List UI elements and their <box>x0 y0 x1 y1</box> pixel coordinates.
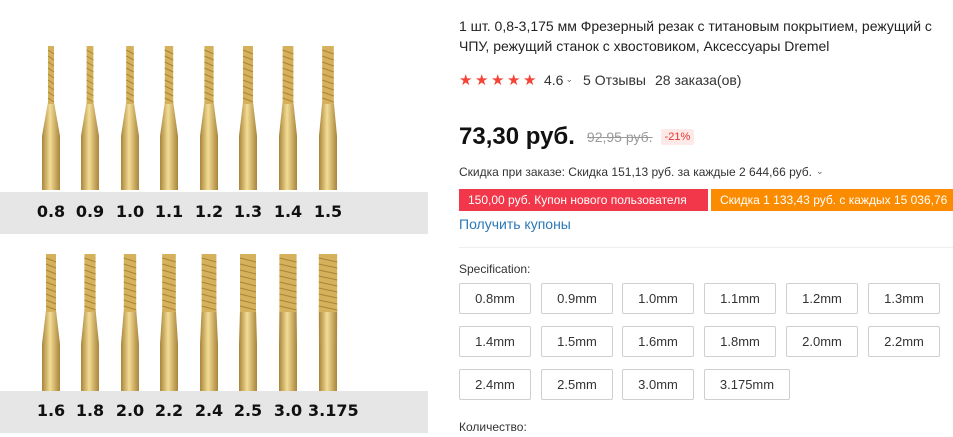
drill-bit <box>158 40 180 190</box>
drill-bit <box>237 40 259 190</box>
bits-group <box>36 248 366 398</box>
spec-option-button[interactable]: 2.0mm <box>786 326 858 357</box>
spec-option-button[interactable]: 1.1mm <box>704 283 776 314</box>
bulk-coupon[interactable]: Скидка 1 133,43 руб. с каждых 15 036,76 <box>711 189 953 211</box>
divider <box>459 247 953 248</box>
price-row: 73,30 руб. 92,95 руб. -21% <box>459 122 695 152</box>
bit-size-label: 3.175 <box>308 401 359 420</box>
star-icon: ★ <box>507 70 521 89</box>
get-coupons-link[interactable]: Получить купоны <box>459 216 571 232</box>
bits-group <box>36 40 366 190</box>
reviews-link[interactable]: 5 Отзывы <box>583 72 646 88</box>
bulk-discount[interactable]: Скидка при заказе: Скидка 151,13 руб. за… <box>459 165 834 179</box>
chevron-down-icon[interactable]: ⌄ <box>565 75 573 85</box>
rating-value[interactable]: 4.6 <box>544 72 563 88</box>
bits-row-1: 0.8 0.9 1.0 1.1 1.2 1.3 1.4 1.5 <box>0 40 428 234</box>
star-icon: ★ <box>523 70 537 89</box>
new-user-coupon[interactable]: 150,00 руб. Купон нового пользователя <box>459 189 708 211</box>
spec-option-button[interactable]: 3.0mm <box>622 369 694 400</box>
bit-size-label: 0.9 <box>75 202 105 221</box>
drill-bit <box>119 40 141 190</box>
star-icon: ★ <box>459 70 473 89</box>
orders-count: 28 заказа(ов) <box>654 72 742 88</box>
bit-size-label: 1.8 <box>75 401 105 420</box>
spec-option-button[interactable]: 1.8mm <box>704 326 776 357</box>
bit-size-label: 1.1 <box>154 202 184 221</box>
drill-bit <box>158 248 180 398</box>
size-label-band: 0.8 0.9 1.0 1.1 1.2 1.3 1.4 1.5 <box>0 192 428 234</box>
star-icon: ★ <box>491 70 505 89</box>
specification-label: Specification: <box>459 262 531 276</box>
drill-bit <box>198 40 220 190</box>
drill-bit <box>79 40 101 190</box>
discount-badge: -21% <box>660 129 695 145</box>
drill-bit <box>40 248 62 398</box>
bits-row-2: 1.6 1.8 2.0 2.2 2.4 2.5 3.0 3.175 <box>0 248 428 437</box>
product-image[interactable]: 0.8 0.9 1.0 1.1 1.2 1.3 1.4 1.5 1.6 1.8 2.0 2.2 2.4… <box>0 0 428 437</box>
bulk-discount-text: Скидка при заказе: Скидка 151,13 руб. за… <box>459 165 812 179</box>
bit-size-label: 2.2 <box>154 401 184 420</box>
drill-bit <box>237 248 259 398</box>
bit-size-label: 3.0 <box>273 401 303 420</box>
spec-option-button[interactable]: 1.6mm <box>622 326 694 357</box>
spec-option-button[interactable]: 0.8mm <box>459 283 531 314</box>
spec-option-button[interactable]: 1.3mm <box>868 283 940 314</box>
spec-option-button[interactable]: 2.4mm <box>459 369 531 400</box>
spec-option-button[interactable]: 3.175mm <box>704 369 790 400</box>
bit-size-label: 1.5 <box>313 202 343 221</box>
drill-bit <box>277 40 299 190</box>
drill-bit <box>79 248 101 398</box>
spec-option-button[interactable]: 2.2mm <box>868 326 940 357</box>
product-info: 1 шт. 0,8-3,175 мм Фрезерный резак с тит… <box>459 0 953 437</box>
product-title: 1 шт. 0,8-3,175 мм Фрезерный резак с тит… <box>459 16 953 56</box>
spec-option-button[interactable]: 1.2mm <box>786 283 858 314</box>
spec-option-button[interactable]: 2.5mm <box>541 369 613 400</box>
bit-size-label: 1.2 <box>194 202 224 221</box>
star-icon: ★ <box>475 70 489 89</box>
chevron-down-icon[interactable]: ⌄ <box>816 167 824 177</box>
bit-size-label: 0.8 <box>36 202 66 221</box>
current-price: 73,30 руб. <box>459 123 575 150</box>
bit-size-label: 1.6 <box>36 401 66 420</box>
spec-option-button[interactable]: 1.5mm <box>541 326 613 357</box>
rating-row: ★ ★ ★ ★ ★ 4.6 ⌄ 5 Отзывы 28 заказа(ов) <box>459 71 741 89</box>
size-label-band: 1.6 1.8 2.0 2.2 2.4 2.5 3.0 3.175 <box>0 391 428 433</box>
product-title-line: 1 шт. 0,8-3,175 мм Фрезерный резак с тит… <box>459 18 932 34</box>
drill-bit <box>119 248 141 398</box>
bit-size-label: 1.3 <box>233 202 263 221</box>
quantity-label: Количество: <box>459 420 527 434</box>
drill-bit <box>317 40 339 190</box>
coupon-row: 150,00 руб. Купон нового пользователя Ск… <box>459 189 953 211</box>
drill-bit <box>40 40 62 190</box>
product-title-line: ЧПУ, режущий станок с хвостовиком, Аксес… <box>459 38 830 54</box>
bit-size-label: 2.5 <box>233 401 263 420</box>
bit-size-label: 1.0 <box>115 202 145 221</box>
old-price: 92,95 руб. <box>586 129 653 145</box>
spec-option-button[interactable]: 0.9mm <box>541 283 613 314</box>
drill-bit <box>277 248 299 398</box>
bit-size-label: 1.4 <box>273 202 303 221</box>
bit-size-label: 2.0 <box>115 401 145 420</box>
rating-stars: ★ ★ ★ ★ ★ <box>459 70 538 89</box>
spec-option-button[interactable]: 1.4mm <box>459 326 531 357</box>
drill-bit <box>198 248 220 398</box>
drill-bit <box>317 248 339 398</box>
spec-option-button[interactable]: 1.0mm <box>622 283 694 314</box>
bit-size-label: 2.4 <box>194 401 224 420</box>
